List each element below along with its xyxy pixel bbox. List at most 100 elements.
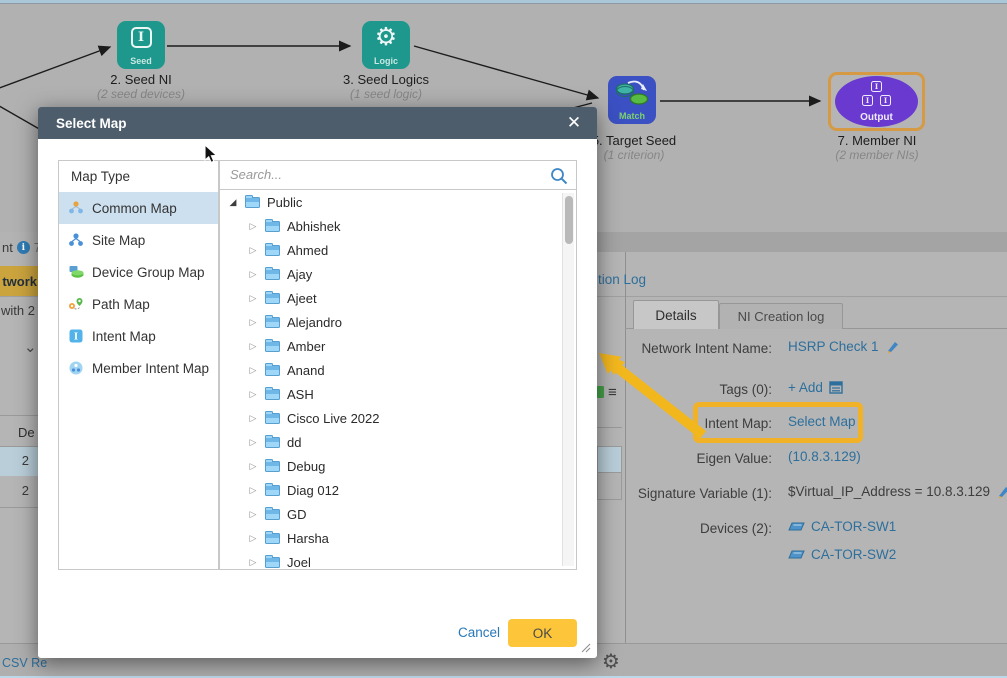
node-logic-subtitle: (1 seed logic) bbox=[336, 87, 436, 101]
tree-item[interactable]: ▷Cisco Live 2022 bbox=[220, 406, 576, 430]
tree-item[interactable]: ▷Debug bbox=[220, 454, 576, 478]
map-type-path-map[interactable]: Path Map bbox=[59, 288, 218, 320]
node-logic-title: 3. Seed Logics bbox=[336, 72, 436, 87]
tab-ni-creation-log[interactable]: NI Creation log bbox=[719, 303, 843, 329]
csv-report-link-fragment[interactable]: CSV Re bbox=[2, 656, 47, 670]
app-screen: I Seed 2. Seed NI (2 seed devices) ⚙ Log… bbox=[0, 0, 1007, 678]
folder-icon bbox=[245, 197, 260, 208]
tree-item[interactable]: ▷Ajay bbox=[220, 262, 576, 286]
execution-log-tab-fragment[interactable]: tion Log bbox=[598, 272, 646, 287]
tree-item[interactable]: ▷Alejandro bbox=[220, 310, 576, 334]
cancel-button[interactable]: Cancel bbox=[458, 625, 500, 640]
search-box bbox=[219, 160, 577, 190]
table-row[interactable]: 2 bbox=[0, 447, 39, 476]
resize-handle[interactable] bbox=[580, 642, 591, 653]
tree-item-public[interactable]: ◢ Public bbox=[220, 190, 576, 214]
settings-gear-icon[interactable]: ⚙ bbox=[602, 649, 620, 674]
folder-icon bbox=[265, 557, 280, 568]
map-type-device-group-map[interactable]: Device Group Map bbox=[59, 256, 218, 288]
tree-item[interactable]: ▷GD bbox=[220, 502, 576, 526]
node-seed-ni[interactable]: I Seed bbox=[117, 21, 165, 69]
collapsed-triangle-icon[interactable]: ▷ bbox=[248, 389, 258, 400]
collapsed-triangle-icon[interactable]: ▷ bbox=[248, 317, 258, 328]
tree-item[interactable]: ▷ASH bbox=[220, 382, 576, 406]
node-seed-logics[interactable]: ⚙ Logic bbox=[362, 21, 410, 69]
field-label-tags: Tags (0): bbox=[600, 382, 772, 397]
node-match-title: 5. Target Seed bbox=[588, 133, 680, 148]
search-input[interactable] bbox=[220, 161, 536, 187]
tree-item[interactable]: ▷Harsha bbox=[220, 526, 576, 550]
match-badge: Match bbox=[608, 111, 656, 121]
folder-icon bbox=[265, 461, 280, 472]
scrollbar-thumb[interactable] bbox=[565, 196, 573, 244]
tree-item[interactable]: ▷Abhishek bbox=[220, 214, 576, 238]
map-type-member-intent-map[interactable]: Member Intent Map bbox=[59, 352, 218, 384]
search-icon[interactable] bbox=[549, 166, 569, 186]
switch-device-icon bbox=[788, 521, 805, 532]
close-icon[interactable]: ✕ bbox=[565, 114, 583, 132]
edit-pencil-icon[interactable] bbox=[885, 339, 900, 354]
collapsed-triangle-icon[interactable]: ▷ bbox=[248, 485, 258, 496]
node-seed-title: 2. Seed NI bbox=[96, 72, 186, 87]
intent-mini-icon: I bbox=[871, 81, 882, 92]
folder-icon bbox=[265, 389, 280, 400]
tree-scrollbar[interactable] bbox=[562, 193, 574, 566]
folder-icon bbox=[265, 269, 280, 280]
intent-mini-icon: I bbox=[862, 95, 873, 106]
tree-item[interactable]: ▷Joel bbox=[220, 550, 576, 570]
expanded-triangle-icon[interactable]: ◢ bbox=[228, 197, 238, 208]
collapsed-triangle-icon[interactable]: ▷ bbox=[248, 509, 258, 520]
collapsed-triangle-icon[interactable]: ▷ bbox=[248, 461, 258, 472]
table-row[interactable]: 2 bbox=[0, 477, 39, 506]
folder-icon bbox=[265, 341, 280, 352]
column-header-fragment: De bbox=[18, 425, 35, 440]
device-link[interactable]: CA-TOR-SW1 bbox=[788, 519, 896, 534]
map-type-site-map[interactable]: Site Map bbox=[59, 224, 218, 256]
ok-button[interactable]: OK bbox=[508, 619, 577, 647]
node-target-seed[interactable]: Match bbox=[608, 76, 656, 124]
chevron-down-icon[interactable]: ⌄ bbox=[24, 338, 37, 356]
output-badge: Output bbox=[835, 112, 918, 123]
network-intent-name-value[interactable]: HSRP Check 1 bbox=[788, 339, 900, 354]
add-tag-link[interactable]: + Add bbox=[788, 380, 843, 395]
collapsed-triangle-icon[interactable]: ▷ bbox=[248, 413, 258, 424]
collapsed-triangle-icon[interactable]: ▷ bbox=[248, 341, 258, 352]
svg-text:I: I bbox=[74, 333, 78, 343]
tag-list-icon[interactable] bbox=[829, 381, 843, 394]
tree-item[interactable]: ▷Anand bbox=[220, 358, 576, 382]
collapsed-triangle-icon[interactable]: ▷ bbox=[248, 293, 258, 304]
node-member-ni[interactable]: I I I Output bbox=[835, 76, 918, 127]
map-type-common-map[interactable]: Common Map bbox=[59, 192, 218, 224]
folder-icon bbox=[265, 533, 280, 544]
info-icon[interactable]: i bbox=[17, 241, 30, 254]
collapsed-triangle-icon[interactable]: ▷ bbox=[248, 269, 258, 280]
map-type-intent-map[interactable]: I Intent Map bbox=[59, 320, 218, 352]
node-match-subtitle: (1 criterion) bbox=[592, 148, 676, 162]
collapsed-triangle-icon[interactable]: ▷ bbox=[248, 557, 258, 568]
tree-item[interactable]: ▷dd bbox=[220, 430, 576, 454]
tree-item[interactable]: ▷Ajeet bbox=[220, 286, 576, 310]
logic-badge: Logic bbox=[362, 56, 410, 66]
tree-item[interactable]: ▷Ahmed bbox=[220, 238, 576, 262]
collapsed-triangle-icon[interactable]: ▷ bbox=[248, 221, 258, 232]
device-link[interactable]: CA-TOR-SW2 bbox=[788, 547, 896, 562]
network-tab-fragment[interactable]: twork bbox=[0, 266, 39, 296]
tab-details[interactable]: Details bbox=[633, 300, 719, 329]
folder-icon bbox=[265, 485, 280, 496]
path-map-icon bbox=[68, 296, 84, 312]
collapsed-triangle-icon[interactable]: ▷ bbox=[248, 437, 258, 448]
collapsed-triangle-icon[interactable]: ▷ bbox=[248, 533, 258, 544]
edit-pencil-icon[interactable] bbox=[996, 484, 1007, 499]
dialog-titlebar[interactable]: Select Map ✕ bbox=[38, 107, 597, 139]
collapsed-triangle-icon[interactable]: ▷ bbox=[248, 245, 258, 256]
folder-icon bbox=[265, 245, 280, 256]
tree-item[interactable]: ▷Diag 012 bbox=[220, 478, 576, 502]
folder-icon bbox=[265, 509, 280, 520]
eigen-value[interactable]: (10.8.3.129) bbox=[788, 449, 861, 464]
folder-icon bbox=[265, 365, 280, 376]
folder-icon bbox=[265, 413, 280, 424]
tree-item[interactable]: ▷Amber bbox=[220, 334, 576, 358]
with-2-fragment: with 2 bbox=[1, 303, 35, 318]
site-map-icon bbox=[68, 232, 84, 248]
collapsed-triangle-icon[interactable]: ▷ bbox=[248, 365, 258, 376]
